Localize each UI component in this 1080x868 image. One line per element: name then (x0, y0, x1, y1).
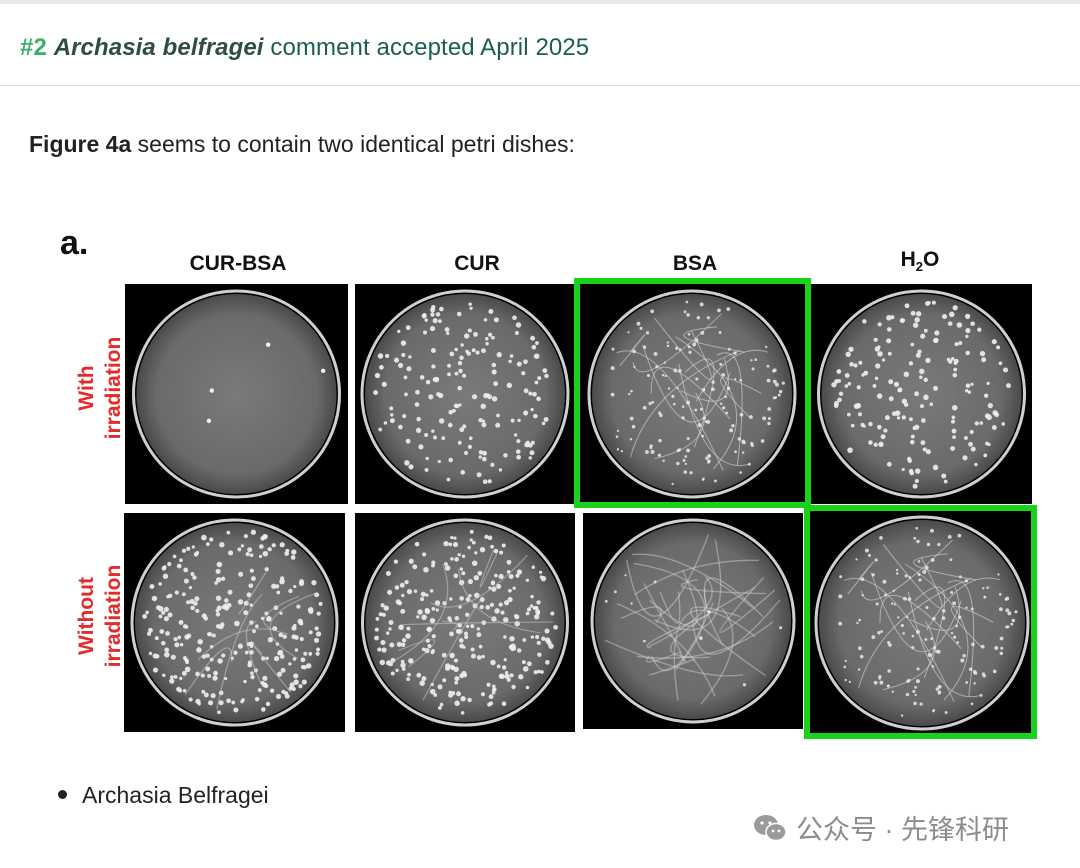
list-item: Archasia Belfragei (58, 782, 269, 809)
petri-dish-h2o-with (811, 284, 1032, 504)
row-label-without-irradiation: Without irradiation (75, 564, 125, 668)
intro-text: seems to contain two identical petri dis… (131, 131, 575, 157)
comment-header: #2 Archasia belfragei comment accepted A… (0, 4, 1080, 86)
comment-status: comment accepted April 2025 (263, 34, 590, 61)
petri-dish-cur-without (355, 513, 575, 732)
comment-intro: Figure 4a seems to contain two identical… (29, 131, 575, 158)
comment-title: #2 Archasia belfragei comment accepted A… (20, 34, 589, 62)
petri-dish-cur-bsa-with (125, 284, 348, 504)
watermark-text: 公众号 · 先锋科研 (796, 815, 1009, 845)
column-label-cur: CUR (454, 252, 500, 275)
wechat-icon (754, 814, 787, 841)
petri-dish-bsa-with (579, 284, 805, 504)
petri-dish-h2o-without (809, 510, 1035, 736)
column-label-h2o: H2O (900, 248, 940, 275)
wechat-watermark: 公众号 · 先锋科研 (752, 808, 1009, 847)
column-label-cur-bsa: CUR-BSA (189, 252, 287, 275)
petri-dish-cur-bsa-without (124, 513, 345, 732)
comment-number: #2 (20, 34, 47, 61)
panel-letter: a. (60, 224, 89, 262)
figure-reference: Figure 4a (29, 131, 132, 157)
column-label-bsa: BSA (672, 252, 718, 275)
petri-dish-bsa-without (583, 513, 803, 729)
commenter-name[interactable]: Archasia belfragei (54, 34, 264, 61)
bullet-list: Archasia Belfragei (58, 782, 269, 809)
petri-dish-cur-with (355, 284, 575, 504)
figure-4a-image: a. CUR-BSA CUR BSA H2O With irradiation W… (52, 220, 1052, 750)
bullet-icon (58, 790, 67, 800)
row-label-with-irradiation: With irradiation (75, 336, 125, 440)
